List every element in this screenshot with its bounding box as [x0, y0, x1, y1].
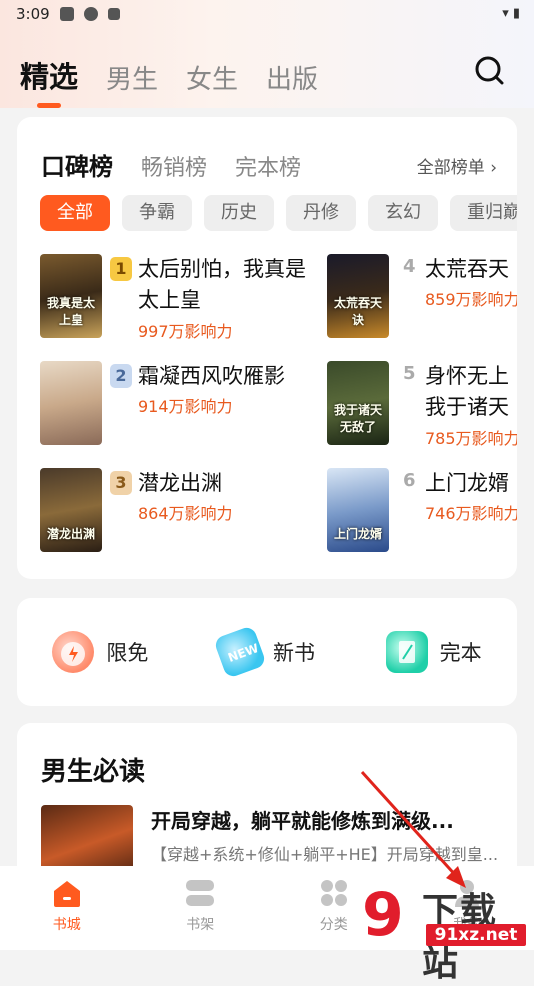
chip-return[interactable]: 重归巅 — [450, 195, 517, 231]
all-rankings-link[interactable]: 全部榜单 › — [417, 153, 497, 178]
quick-label: 完本 — [440, 637, 482, 667]
free-limited-button[interactable]: 限免 — [17, 598, 184, 706]
watermark-url: 91xz.net — [426, 924, 526, 946]
chip-alchemy[interactable]: 丹修 — [286, 195, 356, 231]
section-title: 男生必读 — [41, 751, 145, 788]
book-title: 霜凝西风吹雁影 — [138, 361, 308, 392]
quick-label: 限免 — [106, 637, 148, 667]
category-icon — [318, 878, 350, 908]
book-influence: 859万影响力 — [425, 286, 517, 310]
book-influence: 997万影响力 — [138, 318, 233, 342]
book-influence: 864万影响力 — [138, 500, 233, 524]
list-item[interactable]: 潜龙出渊 3 潜龙出渊 864万影响力 — [40, 468, 280, 552]
new-tag-icon: NEW — [213, 625, 267, 679]
quick-entries-card: 限免 NEW 新书 完本 — [17, 598, 517, 706]
tab-female[interactable]: 女生 — [186, 59, 238, 96]
book-title: 潜龙出渊 — [138, 468, 308, 499]
chip-fantasy[interactable]: 玄幻 — [368, 195, 438, 231]
nav-shelf[interactable]: 书架 — [134, 866, 268, 950]
chip-history[interactable]: 历史 — [204, 195, 274, 231]
nav-label: 书架 — [134, 914, 268, 934]
book-influence: 746万影响力 — [425, 500, 517, 524]
shelf-icon — [184, 878, 216, 908]
book-cover: 我真是太上皇 — [40, 254, 102, 338]
book-title[interactable]: 开局穿越，躺平就能修炼到满级... — [151, 805, 454, 834]
watermark-logo: 9 下载站 91xz.net — [362, 880, 530, 950]
rank-badge: 3 — [110, 471, 132, 495]
home-icon — [51, 878, 83, 908]
status-time: 3:09 — [16, 5, 50, 23]
chip-all[interactable]: 全部 — [40, 195, 110, 231]
tab-bestseller-rank[interactable]: 畅销榜 — [141, 150, 207, 182]
tab-featured[interactable]: 精选 — [20, 54, 78, 96]
book-description: 【穿越+系统+修仙+躺平+HE】开局穿越到皇... — [151, 841, 498, 865]
tab-completed-rank[interactable]: 完本榜 — [235, 150, 301, 182]
app-icon — [84, 7, 98, 21]
top-tabs: 精选 男生 女生 出版 — [20, 54, 318, 96]
book-cover — [40, 361, 102, 445]
nav-bookstore[interactable]: 书城 — [0, 866, 134, 950]
text-icon — [108, 8, 120, 20]
svg-text:NEW: NEW — [226, 641, 260, 665]
book-title: 太后别怕，我真是太上皇 — [138, 254, 308, 316]
watermark-digit: 9 — [362, 880, 404, 950]
status-bar: 3:09 ▾ ▮ — [0, 0, 534, 28]
ranking-card: 口碑榜 畅销榜 完本榜 全部榜单 › 全部 争霸 历史 丹修 玄幻 重归巅 我真… — [17, 117, 517, 579]
completed-button[interactable]: 完本 — [350, 598, 517, 706]
rank-badge: 1 — [110, 257, 132, 281]
list-item[interactable]: 我真是太上皇 1 太后别怕，我真是太上皇 997万影响力 — [40, 254, 280, 338]
stopwatch-icon — [52, 631, 94, 673]
header: 精选 男生 女生 出版 — [0, 28, 534, 108]
quick-label: 新书 — [273, 637, 315, 667]
book-cover: 潜龙出渊 — [40, 468, 102, 552]
book-title: 太荒吞天 — [425, 254, 517, 285]
list-item[interactable]: 上门龙婿 6 上门龙婿 746万影响力 — [327, 468, 517, 552]
rank-number: 5 — [403, 363, 416, 384]
book-icon — [386, 631, 428, 673]
tab-male[interactable]: 男生 — [106, 59, 158, 96]
list-item[interactable]: 我于诸天无敌了 5 身怀无上我于诸天 785万影响力 — [327, 361, 517, 445]
new-books-button[interactable]: NEW 新书 — [184, 598, 351, 706]
list-item[interactable]: 太荒吞天诀 4 太荒吞天 859万影响力 — [327, 254, 517, 338]
book-cover: 上门龙婿 — [327, 468, 389, 552]
search-icon[interactable] — [474, 55, 504, 85]
tab-praise-rank[interactable]: 口碑榜 — [41, 147, 113, 182]
rank-number: 6 — [403, 470, 416, 491]
book-cover: 我于诸天无敌了 — [327, 361, 389, 445]
tab-publish[interactable]: 出版 — [266, 59, 318, 96]
rank-tabs: 口碑榜 畅销榜 完本榜 — [41, 147, 301, 182]
genre-chips: 全部 争霸 历史 丹修 玄幻 重归巅 — [40, 195, 517, 231]
book-title: 身怀无上我于诸天 — [425, 361, 517, 423]
wifi-battery-icon: ▾ ▮ — [502, 6, 520, 21]
nav-label: 书城 — [0, 914, 134, 934]
book-title: 上门龙婿 — [425, 468, 517, 499]
must-read-section: 男生必读 开局穿越，躺平就能修炼到满级... 【穿越+系统+修仙+躺平+HE】开… — [17, 723, 517, 883]
book-cover: 太荒吞天诀 — [327, 254, 389, 338]
chip-hegemony[interactable]: 争霸 — [122, 195, 192, 231]
notification-icon — [60, 7, 74, 21]
book-influence: 914万影响力 — [138, 393, 233, 417]
rank-badge: 2 — [110, 364, 132, 388]
rank-number: 4 — [403, 256, 416, 277]
list-item[interactable]: 2 霜凝西风吹雁影 914万影响力 — [40, 361, 280, 445]
book-influence: 785万影响力 — [425, 425, 517, 449]
